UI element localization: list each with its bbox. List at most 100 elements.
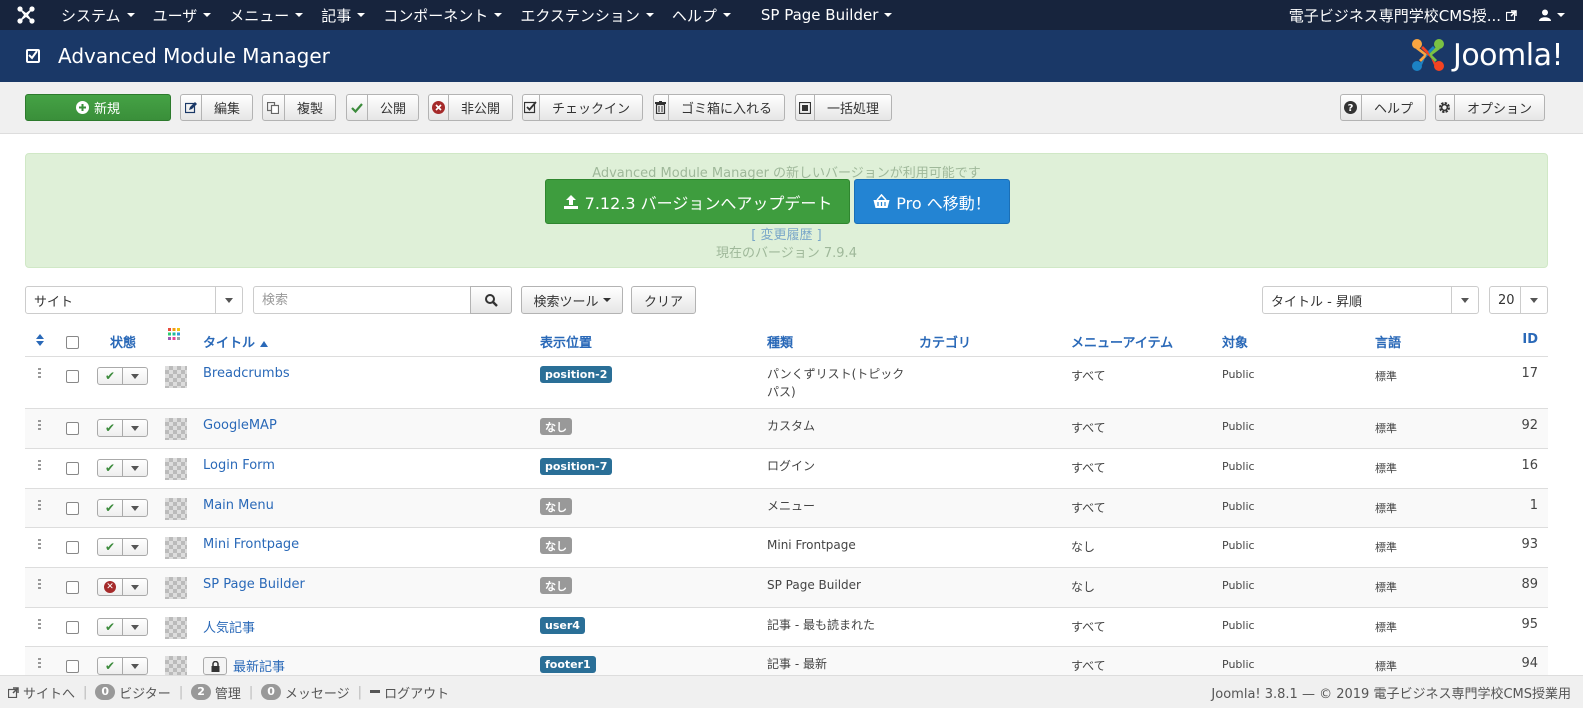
- menu-help[interactable]: ヘルプ: [663, 0, 740, 30]
- search-button[interactable]: [470, 286, 512, 314]
- new-button[interactable]: 新規: [25, 94, 171, 121]
- row-checkbox[interactable]: [66, 660, 79, 673]
- trash-button[interactable]: ゴミ箱に入れる: [653, 94, 785, 121]
- table-row: ✔ Main Menu なし メニュー すべて Public 標準 1: [25, 489, 1548, 528]
- drag-handle-icon[interactable]: [38, 658, 41, 668]
- status-dropdown-toggle[interactable]: [123, 539, 147, 555]
- status-toggle[interactable]: ✔: [97, 538, 148, 556]
- site-link[interactable]: 電子ビジネス専門学校CMS授...: [1277, 5, 1529, 26]
- search-input[interactable]: [253, 286, 471, 314]
- menu-menus[interactable]: メニュー: [220, 0, 312, 30]
- current-version: 現在のバージョン 7.9.4: [716, 246, 857, 261]
- unpublish-button[interactable]: 非公開: [428, 94, 513, 121]
- status-dropdown-toggle[interactable]: [123, 368, 147, 384]
- color-swatch-icon: [165, 458, 187, 480]
- column-title[interactable]: タイトル: [203, 332, 268, 351]
- update-button[interactable]: 7.12.3 バージョンへアップデート: [545, 179, 850, 224]
- unpublish-icon: [429, 95, 449, 120]
- drag-handle-icon[interactable]: [38, 368, 41, 378]
- publish-button[interactable]: 公開: [346, 94, 419, 121]
- color-swatch-icon: [165, 617, 187, 639]
- status-toggle[interactable]: ✔: [97, 618, 148, 636]
- row-checkbox[interactable]: [66, 541, 79, 554]
- row-checkbox[interactable]: [66, 621, 79, 634]
- row-checkbox[interactable]: [66, 502, 79, 515]
- status-toggle[interactable]: ✕: [97, 578, 148, 596]
- status-dropdown-toggle[interactable]: [123, 500, 147, 516]
- module-title-link[interactable]: Login Form: [203, 458, 275, 473]
- menu-label: コンポーネント: [383, 6, 489, 25]
- chevron-down-icon: [1451, 287, 1478, 313]
- status-dropdown-toggle[interactable]: [123, 460, 147, 476]
- drag-handle-icon[interactable]: [38, 539, 41, 549]
- status-toggle[interactable]: ✔: [97, 459, 148, 477]
- logout-link[interactable]: ログアウト: [362, 683, 457, 702]
- module-title-link[interactable]: SP Page Builder: [203, 577, 305, 592]
- column-menu-item[interactable]: メニューアイテム: [1071, 332, 1173, 351]
- column-language[interactable]: 言語: [1375, 332, 1401, 351]
- limit-select[interactable]: 20: [1489, 286, 1548, 314]
- module-title-link[interactable]: Mini Frontpage: [203, 537, 299, 552]
- module-title-link[interactable]: Breadcrumbs: [203, 366, 290, 381]
- language: 標準: [1375, 581, 1397, 594]
- messages-link[interactable]: 0 メッセージ: [253, 683, 357, 702]
- status-dropdown-toggle[interactable]: [123, 619, 147, 635]
- menu-system[interactable]: システム: [52, 0, 144, 30]
- client-select[interactable]: サイト: [25, 286, 243, 314]
- row-checkbox[interactable]: [66, 581, 79, 594]
- user-menu[interactable]: [1529, 9, 1583, 21]
- batch-icon: [796, 95, 815, 120]
- clear-button[interactable]: クリア: [631, 286, 696, 314]
- column-id[interactable]: ID: [1522, 332, 1538, 347]
- help-button[interactable]: ? ヘルプ: [1340, 94, 1426, 121]
- menu-extensions[interactable]: エクステンション: [511, 0, 663, 30]
- module-title-link[interactable]: GoogleMAP: [203, 418, 277, 433]
- table-row: ✕ SP Page Builder なし SP Page Builder なし …: [25, 568, 1548, 608]
- status-toggle[interactable]: ✔: [97, 657, 148, 675]
- status-dropdown-toggle[interactable]: [123, 420, 147, 436]
- batch-button[interactable]: 一括処理: [795, 94, 892, 121]
- drag-handle-icon[interactable]: [38, 579, 41, 589]
- menu-sp-page-builder[interactable]: SP Page Builder: [752, 0, 901, 30]
- status-toggle[interactable]: ✔: [97, 419, 148, 437]
- status-toggle[interactable]: ✔: [97, 499, 148, 517]
- changelog-link[interactable]: [ 変更履歴 ]: [26, 224, 1547, 243]
- top-navbar: システム ユーザ メニュー 記事 コンポーネント エクステンション ヘルプ SP…: [0, 0, 1583, 30]
- search-tools-button[interactable]: 検索ツール: [521, 286, 623, 314]
- row-checkbox[interactable]: [66, 422, 79, 435]
- status-dropdown-toggle[interactable]: [123, 658, 147, 674]
- row-checkbox[interactable]: [66, 370, 79, 383]
- drag-handle-icon[interactable]: [38, 460, 41, 470]
- checkin-button[interactable]: チェックイン: [522, 94, 643, 121]
- menu-components[interactable]: コンポーネント: [374, 0, 511, 30]
- menu-content[interactable]: 記事: [312, 0, 374, 30]
- drag-handle-icon[interactable]: [38, 619, 41, 629]
- joomla-menu-icon[interactable]: [0, 0, 52, 30]
- module-title-link[interactable]: Main Menu: [203, 498, 274, 513]
- column-type[interactable]: 種類: [767, 332, 793, 351]
- module-title-link[interactable]: 最新記事: [233, 656, 285, 675]
- status-toggle[interactable]: ✔: [97, 367, 148, 385]
- chevron-down-icon: [131, 425, 139, 431]
- row-checkbox[interactable]: [66, 462, 79, 475]
- edit-button[interactable]: 編集: [180, 94, 253, 121]
- column-access[interactable]: 対象: [1222, 332, 1248, 351]
- main-menu: システム ユーザ メニュー 記事 コンポーネント エクステンション ヘルプ SP…: [52, 0, 901, 30]
- pro-button[interactable]: Pro へ移動！: [854, 179, 1010, 224]
- options-button[interactable]: オプション: [1435, 94, 1545, 121]
- status-dropdown-toggle[interactable]: [123, 579, 147, 595]
- drag-handle-icon[interactable]: [38, 500, 41, 510]
- view-site-link[interactable]: サイトへ: [0, 683, 83, 702]
- drag-handle-icon[interactable]: [38, 420, 41, 430]
- column-status[interactable]: 状態: [110, 332, 136, 351]
- copy-button[interactable]: 複製: [262, 94, 336, 121]
- ordering-select[interactable]: タイトル - 昇順: [1262, 286, 1479, 314]
- unpublished-icon: ✕: [104, 581, 116, 593]
- checkin-lock-button[interactable]: [203, 657, 227, 675]
- column-category[interactable]: カテゴリ: [919, 332, 971, 351]
- menu-users[interactable]: ユーザ: [144, 0, 221, 30]
- column-position[interactable]: 表示位置: [540, 332, 592, 351]
- sort-ordering-icon[interactable]: [36, 334, 44, 346]
- select-all-checkbox[interactable]: [66, 336, 79, 349]
- module-title-link[interactable]: 人気記事: [203, 617, 255, 636]
